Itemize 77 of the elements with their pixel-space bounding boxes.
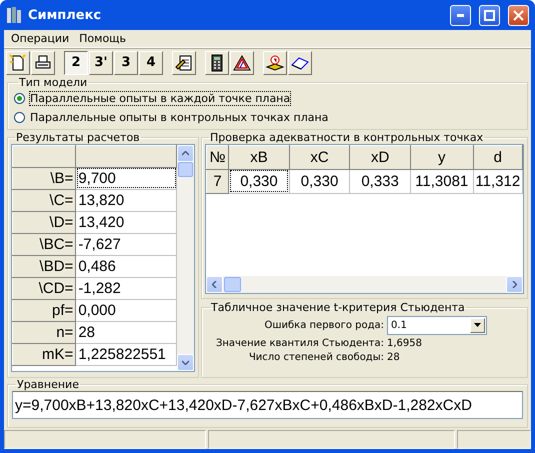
menu-item[interactable]: Операции: [6, 32, 74, 45]
maximize-icon: [484, 10, 495, 20]
table-cell: 0,000: [76, 299, 176, 322]
scroll-left-button[interactable]: [206, 276, 223, 293]
radio-button[interactable]: [14, 92, 25, 104]
scroll-right-button[interactable]: [506, 276, 523, 293]
table-cell: 0,330: [228, 169, 290, 194]
edit-document-button[interactable]: [172, 50, 196, 75]
row-label: \B=: [12, 167, 76, 190]
new-document-icon: [8, 52, 28, 73]
model-button[interactable]: 2: [64, 50, 88, 75]
column-header: №: [206, 145, 229, 170]
row-label: \BD=: [12, 255, 76, 278]
scroll-thumb[interactable]: [224, 276, 241, 292]
maximize-button[interactable]: [479, 4, 500, 26]
horizontal-scrollbar[interactable]: [206, 276, 523, 293]
column-header: xB: [228, 145, 290, 170]
table-cell: 28: [76, 321, 176, 344]
field-label: Значение квантиля Стьюдента:: [214, 338, 384, 349]
table-cell: -1,282: [76, 277, 176, 300]
field-label: Ошибка первого рода:: [263, 320, 384, 331]
row-label: \C=: [12, 189, 76, 212]
column-header: d: [473, 145, 522, 170]
row-label: pf=: [12, 299, 76, 322]
row-label: \CD=: [12, 277, 76, 300]
close-button[interactable]: [508, 4, 529, 26]
model-button[interactable]: 3: [114, 50, 138, 75]
table-cell: 13,420: [76, 211, 176, 234]
row-label: n=: [12, 321, 76, 344]
vertical-scrollbar[interactable]: [177, 144, 194, 371]
quantile-value: 1,6958: [387, 338, 423, 349]
row-label: mK=: [12, 343, 76, 366]
degrees-of-freedom-value: 28: [387, 352, 401, 363]
radio-label[interactable]: Параллельные опыты в контрольных точках плана: [30, 110, 328, 124]
scroll-down-button[interactable]: [177, 354, 194, 371]
new-document-button[interactable]: [6, 50, 30, 75]
table-cell: 1,225822551: [76, 343, 176, 366]
group-title: Уравнение: [16, 378, 80, 392]
row-label: 7: [206, 169, 229, 194]
column-header: xC: [289, 145, 350, 170]
group-title: Проверка адекватности в контрольных точках: [209, 130, 484, 144]
table-cell: 13,820: [76, 189, 176, 212]
model-button[interactable]: 4: [139, 50, 163, 75]
column-header: y: [410, 145, 474, 170]
table-cell: 0,333: [350, 169, 410, 194]
model-button[interactable]: 3': [89, 50, 113, 75]
radio-label[interactable]: Параллельные опыты в каждой точке плана: [30, 92, 290, 105]
column-header: xD: [350, 145, 410, 170]
app-icon: [6, 6, 22, 24]
edit-document-icon: [174, 52, 194, 73]
minimize-icon: [457, 14, 464, 16]
table-cell: 0,486: [76, 255, 176, 278]
table-cell: 0,330: [289, 169, 350, 194]
triangle-icon: [232, 52, 252, 73]
group-title: Тип модели: [18, 76, 88, 89]
group-title: Результаты расчетов: [15, 130, 141, 144]
triangle-button[interactable]: [230, 50, 254, 75]
scroll-thumb[interactable]: [178, 162, 193, 177]
minimize-button[interactable]: [450, 4, 471, 26]
error-dropdown[interactable]: 0.1: [387, 316, 487, 335]
row-label: \BC=: [12, 233, 76, 256]
table-cell: -7,627: [76, 233, 176, 256]
window-title: Симплекс: [28, 8, 102, 22]
menu-item[interactable]: Помощь: [74, 32, 132, 45]
equation-field[interactable]: y=9,700xB+13,820xC+13,420xD-7,627xBxC+0,486xBxD-1,282xCxD: [12, 391, 523, 420]
field-label: Число степеней свободы:: [248, 352, 384, 363]
calculator-button[interactable]: [205, 50, 229, 75]
table-cell: 11,312: [473, 169, 522, 194]
table-cell: 9,700: [76, 167, 176, 190]
printer-button[interactable]: [31, 50, 55, 75]
radio-button[interactable]: [14, 112, 25, 123]
group-title: Табличное значение t-критерия Стьюдента: [210, 300, 466, 314]
close-icon: [513, 10, 524, 20]
row-label: \D=: [12, 211, 76, 234]
table-cell: 11,3081: [410, 169, 474, 194]
scroll-up-button[interactable]: [177, 144, 194, 162]
dropdown-arrow-icon: [474, 323, 481, 328]
